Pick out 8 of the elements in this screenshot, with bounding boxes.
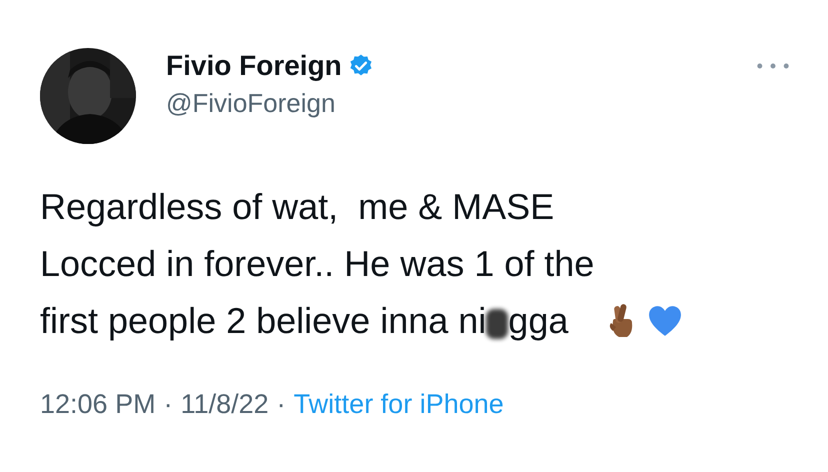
more-options-icon[interactable] bbox=[756, 62, 790, 70]
tweet-text: Regardless of wat, me & MASE Locced in forever.. He was 1 of the first people 2 believe inna ni gga bbox=[40, 185, 594, 343]
author-name[interactable]: Fivio Foreign bbox=[166, 50, 342, 82]
tweet-time: 12:06 PM bbox=[40, 389, 156, 420]
separator-dot: · bbox=[276, 389, 286, 420]
author-handle[interactable]: @FivioForeign bbox=[166, 88, 374, 119]
tweet-date: 11/8/22 bbox=[180, 389, 269, 420]
separator-dot: · bbox=[164, 389, 173, 420]
